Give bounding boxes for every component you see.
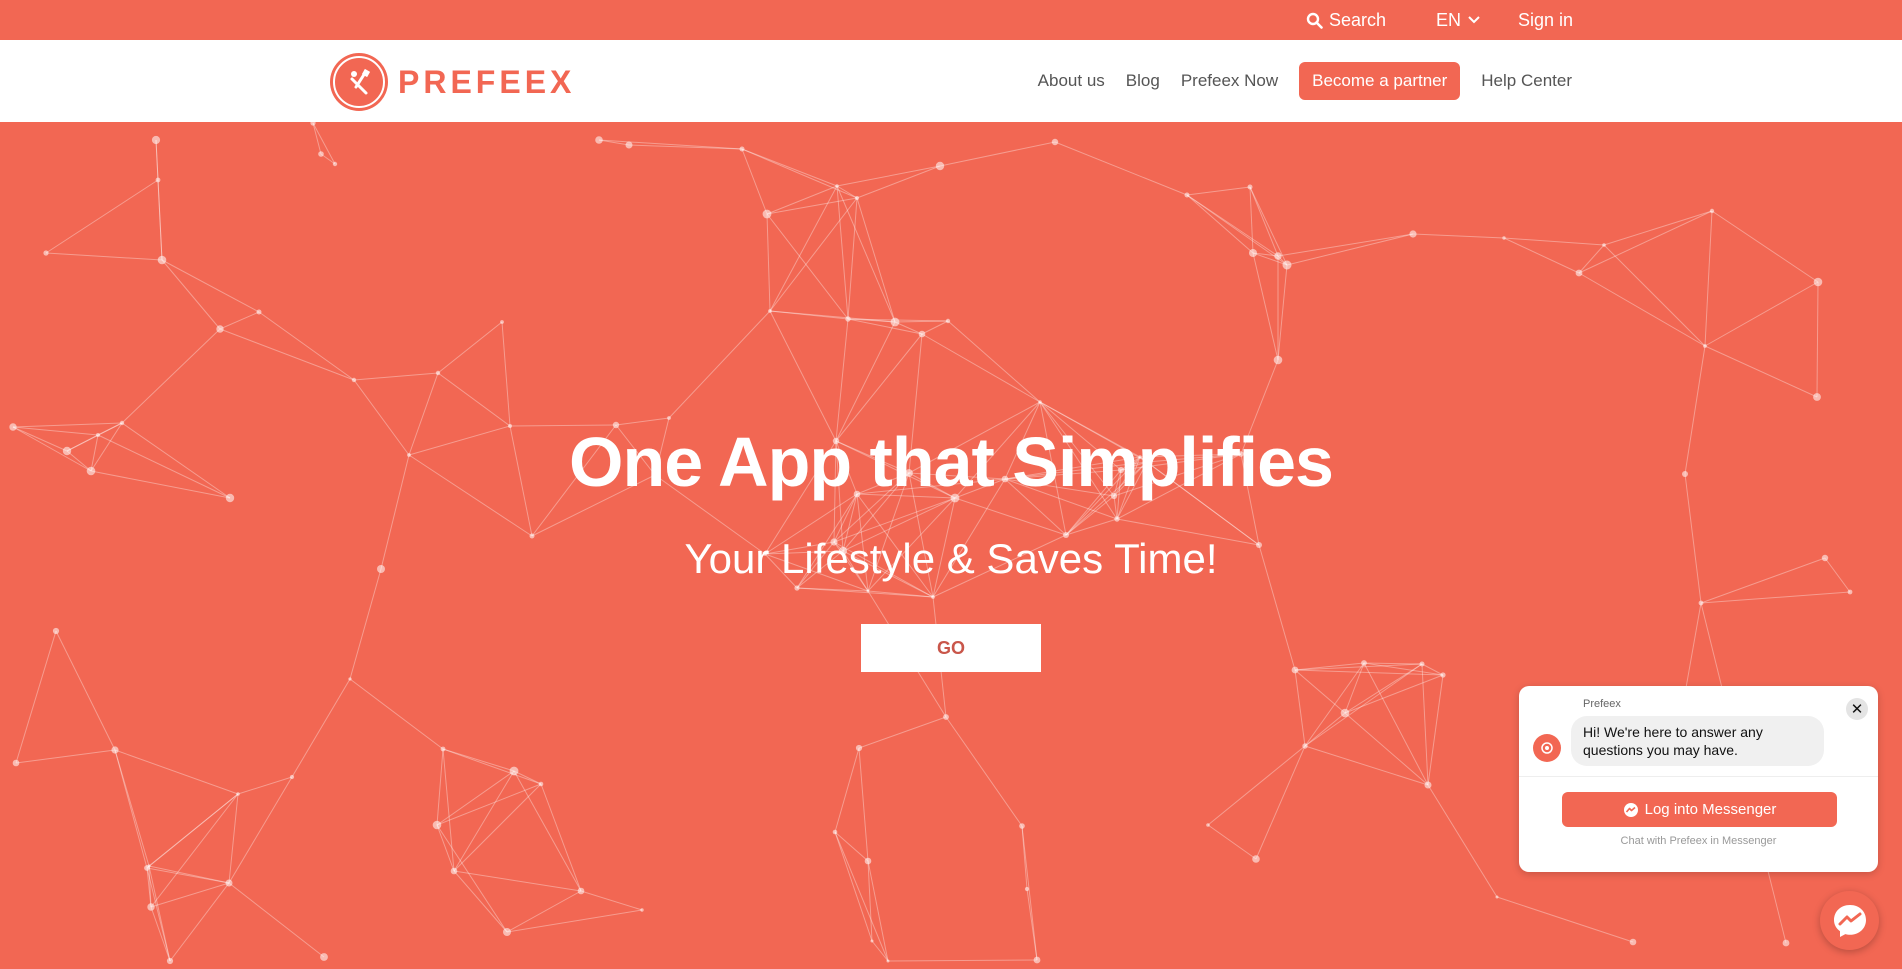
become-partner-button[interactable]: Become a partner	[1299, 62, 1461, 100]
logo-mark	[330, 53, 388, 111]
hero-subheadline: Your Lifestyle & Saves Time!	[684, 535, 1218, 582]
language-label: EN	[1436, 9, 1462, 30]
search-label: Search	[1329, 9, 1387, 30]
main-navbar: PREFEEX About us Blog Prefeex Now Become…	[0, 40, 1902, 122]
signin-link[interactable]: Sign in	[1518, 0, 1573, 40]
hero-headline: One App that Simplifies	[569, 423, 1334, 501]
top-bar: Search EN Sign in	[0, 0, 1902, 40]
nav-links: About us Blog Prefeex Now Become a partn…	[1017, 40, 1572, 122]
nav-help-center[interactable]: Help Center	[1481, 71, 1572, 91]
chat-divider	[1519, 776, 1878, 777]
chat-avatar	[1533, 734, 1561, 762]
chat-message-bubble: Hi! We're here to answer any questions y…	[1571, 716, 1824, 766]
search-button[interactable]: Search	[1306, 0, 1386, 40]
chevron-down-icon	[1468, 16, 1480, 24]
chat-footer-text: Chat with Prefeex in Messenger	[1620, 835, 1777, 847]
go-button[interactable]: GO	[861, 624, 1041, 672]
signin-label: Sign in	[1518, 9, 1574, 30]
close-icon[interactable]: ✕	[1846, 698, 1868, 720]
log-into-messenger-label: Log into Messenger	[1644, 801, 1777, 818]
logo-text: PREFEEX	[398, 63, 576, 100]
nav-blog[interactable]: Blog	[1126, 71, 1160, 91]
messenger-chat-card: Prefeex Hi! We're here to answer any que…	[1519, 686, 1878, 872]
messenger-icon	[1623, 802, 1638, 817]
messenger-icon	[1833, 904, 1866, 937]
chat-sender-name: Prefeex	[1583, 698, 1621, 710]
logo[interactable]: PREFEEX	[330, 52, 575, 112]
nav-about-us[interactable]: About us	[1038, 71, 1105, 91]
search-icon	[1306, 12, 1323, 29]
log-into-messenger-button[interactable]: Log into Messenger	[1562, 792, 1837, 827]
avatar-icon	[1541, 742, 1553, 754]
language-selector[interactable]: EN	[1436, 0, 1481, 40]
nav-prefeex-now[interactable]: Prefeex Now	[1181, 71, 1278, 91]
messenger-fab-button[interactable]	[1820, 891, 1879, 950]
